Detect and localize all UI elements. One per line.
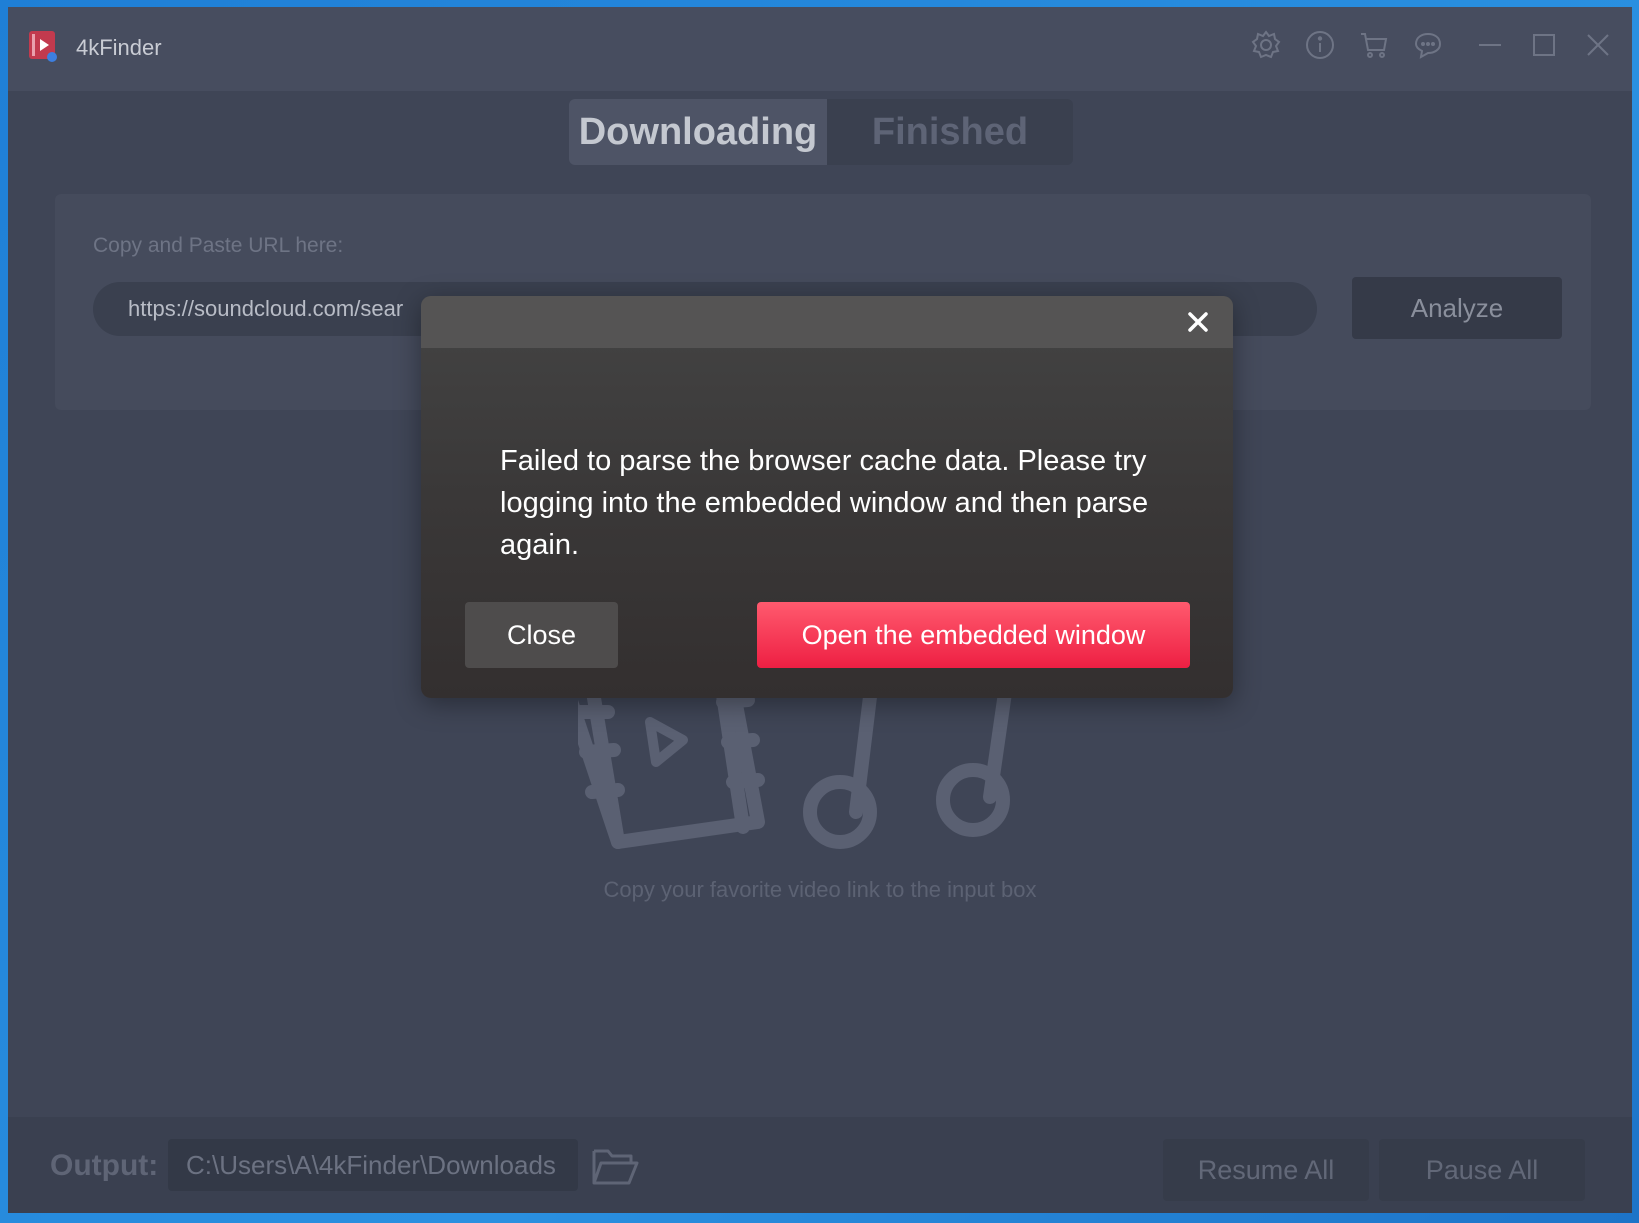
pause-all-button[interactable]: Pause All xyxy=(1379,1139,1585,1201)
info-icon[interactable] xyxy=(1304,29,1336,61)
error-dialog: Failed to parse the browser cache data. … xyxy=(421,296,1233,698)
tab-bar: Downloading Finished xyxy=(569,99,1073,165)
dialog-header xyxy=(421,296,1233,348)
media-placeholder-icon xyxy=(578,682,1014,849)
title-bar: 4kFinder xyxy=(8,7,1632,91)
dialog-message: Failed to parse the browser cache data. … xyxy=(500,445,1149,561)
minimize-icon[interactable] xyxy=(1476,31,1504,59)
footer-bar: Output: C:\Users\A\4kFinder\Downloads Re… xyxy=(8,1117,1632,1213)
feedback-chat-icon[interactable] xyxy=(1412,29,1444,61)
empty-state-hint: Copy your favorite video link to the inp… xyxy=(603,877,1037,902)
dialog-close-icon[interactable] xyxy=(1183,307,1213,337)
analyze-button[interactable]: Analyze xyxy=(1352,277,1562,339)
app-window: 4kFinder Downloading Finished Copy and P… xyxy=(8,7,1632,1213)
resume-all-button[interactable]: Resume All xyxy=(1163,1139,1369,1201)
settings-gear-icon[interactable] xyxy=(1250,29,1282,61)
open-embedded-window-button[interactable]: Open the embedded window xyxy=(757,602,1190,668)
dialog-close-button[interactable]: Close xyxy=(465,602,618,668)
app-logo-icon xyxy=(29,31,57,62)
maximize-icon[interactable] xyxy=(1530,31,1558,59)
output-label: Output: xyxy=(50,1149,159,1182)
close-window-icon[interactable] xyxy=(1584,31,1612,59)
tab-downloading[interactable]: Downloading xyxy=(569,99,827,165)
tab-finished[interactable]: Finished xyxy=(827,99,1073,165)
folder-open-icon[interactable] xyxy=(591,1143,639,1189)
output-path-field[interactable]: C:\Users\A\4kFinder\Downloads xyxy=(168,1139,578,1191)
url-label: Copy and Paste URL here: xyxy=(93,234,344,257)
app-title: 4kFinder xyxy=(76,35,162,60)
cart-icon[interactable] xyxy=(1358,29,1390,61)
